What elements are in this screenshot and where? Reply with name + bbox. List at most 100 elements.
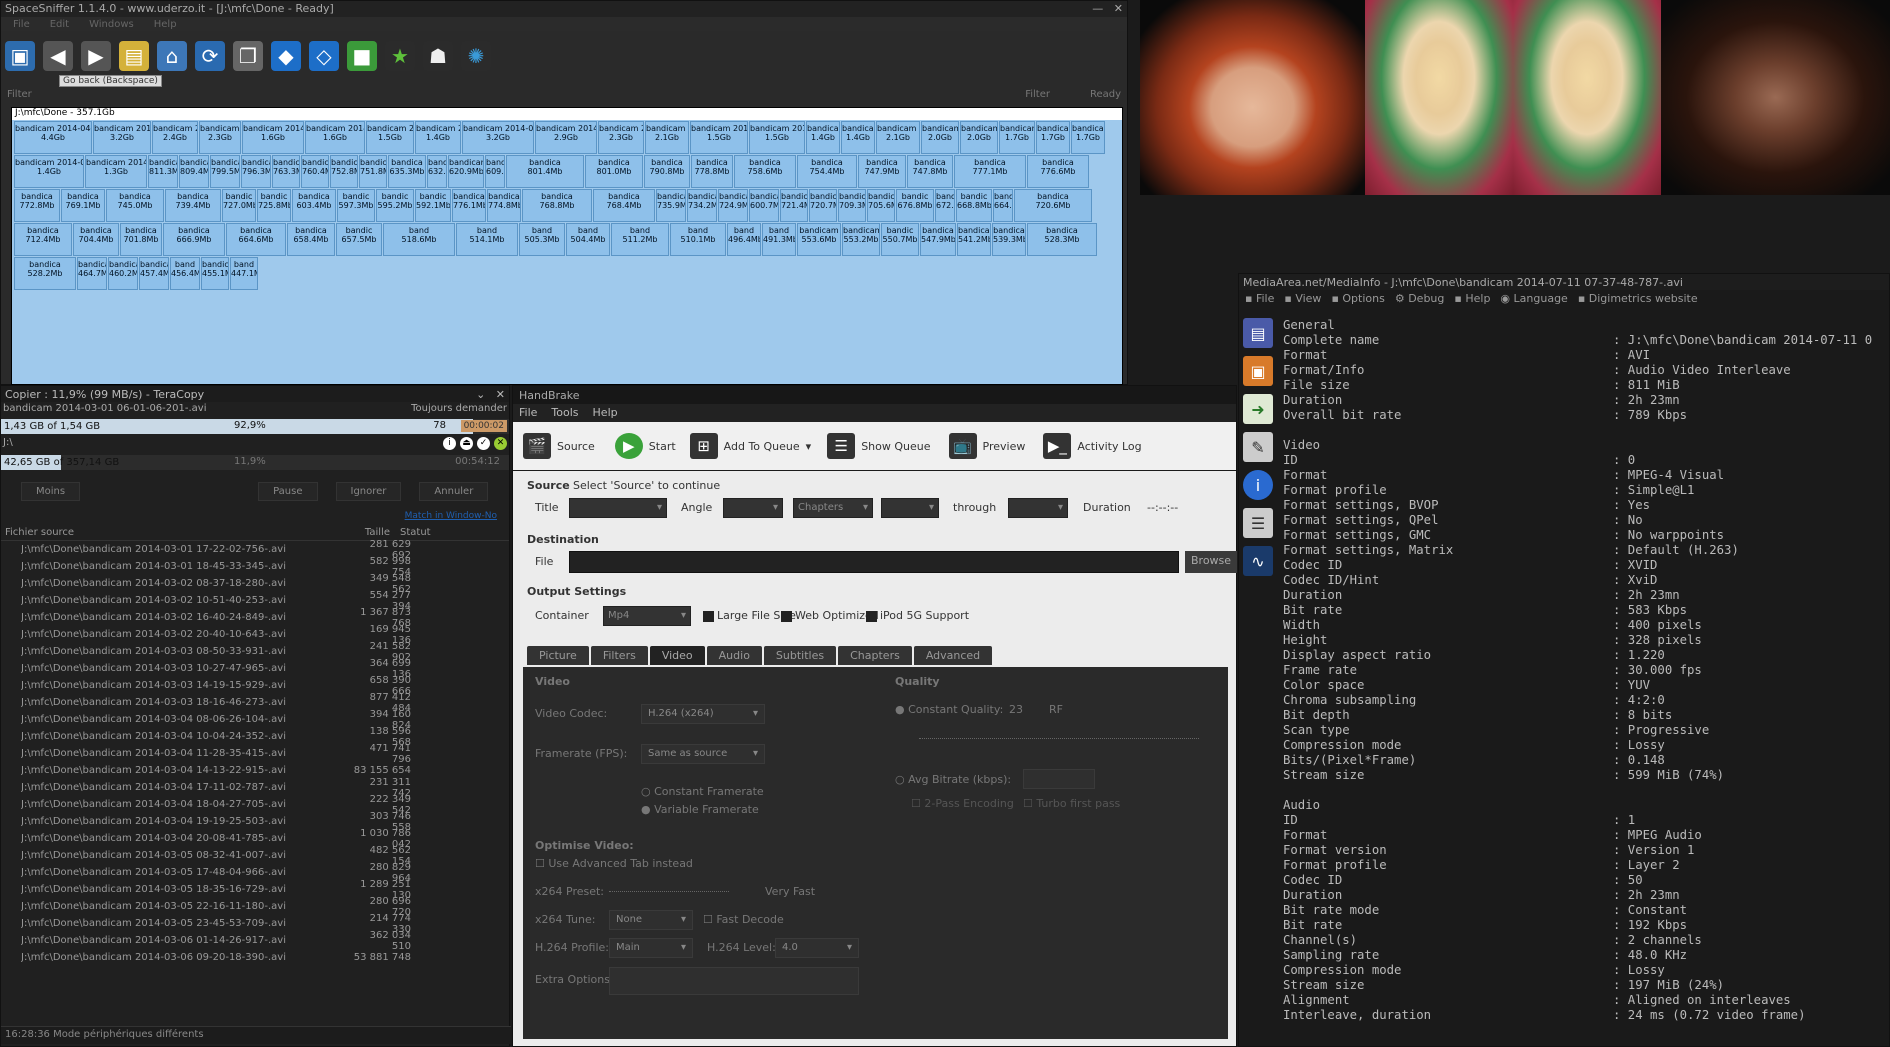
treemap-cell[interactable]: band447.1Mb bbox=[230, 257, 258, 290]
file-row[interactable]: J:\mfc\Done\bandicam 2014-03-05 18-35-16… bbox=[1, 879, 509, 901]
treemap-cell[interactable]: bandicam620.9Mb bbox=[448, 155, 484, 188]
less-button[interactable]: Moins bbox=[21, 482, 81, 501]
treemap-cell[interactable]: bandicam 2011.5Gb bbox=[366, 121, 414, 154]
treemap-cell[interactable]: bandic 725.8Mb bbox=[257, 189, 291, 222]
col-status[interactable]: Statut bbox=[400, 527, 431, 538]
treemap-cell[interactable]: bandica 776.1Mb bbox=[452, 189, 486, 222]
turbo-option[interactable]: ☐ Turbo first pass bbox=[1023, 797, 1120, 810]
treemap-cell[interactable]: bandic 597.3Mb bbox=[337, 189, 375, 222]
treemap-cell[interactable]: bandicam 2012.3Gb bbox=[598, 121, 644, 154]
checkbox[interactable] bbox=[703, 610, 714, 622]
filter-button[interactable]: Filter bbox=[1025, 89, 1050, 103]
file-row[interactable]: J:\mfc\Done\bandicam 2014-03-02 16-40-24… bbox=[1, 607, 509, 629]
skip-button[interactable]: Ignorer bbox=[335, 482, 402, 501]
file-row[interactable]: J:\mfc\Done\bandicam 2014-03-01 18-45-33… bbox=[1, 556, 509, 578]
tab-picture[interactable]: Picture bbox=[527, 646, 589, 665]
treemap-cell[interactable]: bandica 712.4Mb bbox=[14, 223, 72, 256]
settings-icon[interactable]: ☰ bbox=[1243, 508, 1273, 538]
treemap-cell[interactable]: bandica 666.9Mb bbox=[163, 223, 225, 256]
treemap-cell[interactable]: bandica811.3Mb bbox=[148, 155, 178, 188]
treemap-cell[interactable]: bandica 801.0Mb bbox=[585, 155, 643, 188]
treemap-cell[interactable]: bandica 790.8Mb bbox=[644, 155, 690, 188]
file-row[interactable]: J:\mfc\Done\bandicam 2014-03-01 17-22-02… bbox=[1, 539, 509, 561]
treemap-cell[interactable]: band 511.2Mb bbox=[611, 223, 669, 256]
treemap-cell[interactable]: bandicam 202.1Gb bbox=[876, 121, 920, 154]
folder-icon[interactable]: ▤ bbox=[119, 41, 149, 71]
treemap-cell[interactable]: bandica 739.4Mb bbox=[165, 189, 221, 222]
file-row[interactable]: J:\mfc\Done\bandicam 2014-03-06 09-20-18… bbox=[1, 949, 509, 966]
avg-bitrate-input[interactable] bbox=[1023, 769, 1095, 789]
treemap-cell[interactable]: bandicam 2011.4Gb bbox=[415, 121, 461, 154]
match-link[interactable]: Match in Window-No bbox=[1, 511, 509, 521]
open-folder-icon[interactable]: ▣ bbox=[1243, 356, 1273, 386]
treemap-cell[interactable]: bandica809.4Mb bbox=[179, 155, 209, 188]
gear-icon[interactable]: ✺ bbox=[461, 41, 491, 71]
treemap-cell[interactable]: bandica735.9Mb bbox=[656, 189, 686, 222]
treemap-cell[interactable]: bandicar457.4Mb bbox=[139, 257, 169, 290]
codec-dropdown[interactable]: H.264 (x264) ▾ bbox=[641, 704, 765, 724]
tab-filters[interactable]: Filters bbox=[590, 646, 648, 665]
treemap-cell[interactable]: bandic455.1Mb bbox=[201, 257, 229, 290]
cube-open-icon[interactable]: ◇ bbox=[309, 41, 339, 71]
treemap-cell[interactable]: bandica 774.8Mb bbox=[487, 189, 521, 222]
treemap-cell[interactable]: bandica 720.6Mb bbox=[1014, 189, 1092, 222]
chevron-down-icon[interactable]: ▾ bbox=[806, 440, 812, 453]
file-row[interactable]: J:\mfc\Done\bandicam 2014-03-04 18-04-27… bbox=[1, 794, 509, 816]
treemap-cell[interactable]: bandic 592.1Mb bbox=[415, 189, 451, 222]
treemap-cell[interactable]: bandica 664.6Mb bbox=[226, 223, 286, 256]
treemap-cell[interactable]: bandicam1.4Gb bbox=[806, 121, 840, 154]
treemap-cell[interactable]: bandicam 202.3Gb bbox=[199, 121, 241, 154]
menu-help[interactable]: Help bbox=[154, 19, 177, 30]
file-list[interactable]: J:\mfc\Done\bandicam 2014-03-01 17-22-02… bbox=[1, 539, 509, 966]
cq-option[interactable]: ● Constant Quality: bbox=[895, 703, 1003, 716]
close-icon[interactable]: ✕ bbox=[494, 437, 507, 450]
window-controls[interactable]: ⌄ ✕ bbox=[476, 388, 505, 401]
file-row[interactable]: J:\mfc\Done\bandicam 2014-03-04 08-06-26… bbox=[1, 709, 509, 731]
menu-help[interactable]: ▪ Help bbox=[1454, 292, 1490, 306]
col-size[interactable]: Taille bbox=[350, 527, 390, 538]
chapter-end-dropdown[interactable]: ▾ bbox=[1008, 498, 1068, 518]
tune-dropdown[interactable]: None ▾ bbox=[609, 910, 693, 930]
tag-icon[interactable]: ■ bbox=[347, 41, 377, 71]
treemap-cell[interactable]: bandica 747.9Mb bbox=[858, 155, 906, 188]
edit-icon[interactable]: ✎ bbox=[1243, 432, 1273, 462]
treemap-cell[interactable]: bandic 595.2Mb bbox=[376, 189, 414, 222]
start-icon[interactable]: ▶ bbox=[614, 433, 643, 459]
treemap-cell[interactable]: bandica 772.8Mb bbox=[14, 189, 60, 222]
check-icon[interactable]: ✓ bbox=[477, 437, 490, 450]
ghost-icon[interactable]: ☗ bbox=[423, 41, 453, 71]
treemap-cell[interactable]: bandicam 2014-0 1.4Gb bbox=[14, 155, 84, 188]
treemap-cell[interactable]: band 496.4Mb bbox=[727, 223, 761, 256]
menu-file[interactable]: File bbox=[13, 19, 30, 30]
treemap[interactable]: J:\mfc\Done - 357.1Gb bandicam 2014-04-1… bbox=[11, 107, 1123, 385]
file-row[interactable]: J:\mfc\Done\bandicam 2014-03-02 08-37-18… bbox=[1, 573, 509, 595]
treemap-cell[interactable]: bandicam 2014-05-253.2Gb bbox=[462, 121, 534, 154]
avg-bitrate-option[interactable]: ○ Avg Bitrate (kbps): bbox=[895, 773, 1011, 786]
treemap-cell[interactable]: bandicar464.7Mb bbox=[77, 257, 107, 290]
new-scan-icon[interactable]: ▣ bbox=[5, 41, 35, 71]
treemap-cell[interactable]: bandica721.4Mb bbox=[780, 189, 808, 222]
treemap-cell[interactable]: bandica 778.8Mb bbox=[691, 155, 733, 188]
treemap-cell[interactable]: bandi632.9Mb bbox=[427, 155, 447, 188]
tab-advanced[interactable]: Advanced bbox=[913, 646, 993, 665]
treemap-cell[interactable]: bandicam541.2Mb bbox=[957, 223, 991, 256]
chapter-start-dropdown[interactable]: ▾ bbox=[881, 498, 939, 518]
menu-options[interactable]: ▪ Options bbox=[1331, 292, 1384, 306]
angle-dropdown[interactable]: ▾ bbox=[723, 498, 783, 518]
treemap-cell[interactable]: bandica 776.6Mb bbox=[1027, 155, 1089, 188]
tab-video[interactable]: Video bbox=[649, 646, 705, 665]
treemap-cell[interactable]: bandica 758.6Mb bbox=[734, 155, 796, 188]
menu-language[interactable]: ◉ Language bbox=[1500, 292, 1567, 306]
treemap-cell[interactable]: bandica 635.3Mb bbox=[388, 155, 426, 188]
cfr-option[interactable]: ○ Constant Framerate bbox=[641, 785, 764, 798]
file-row[interactable]: J:\mfc\Done\bandicam 2014-03-02 20-40-10… bbox=[1, 624, 509, 646]
treemap-cell[interactable]: bandicam 2014-03.2Gb bbox=[93, 121, 151, 154]
treemap-cell[interactable]: bandica 539.3Mb bbox=[992, 223, 1026, 256]
refresh-icon[interactable]: ⟳ bbox=[195, 41, 225, 71]
treemap-cell[interactable]: bandica760.4Mb bbox=[301, 155, 329, 188]
treemap-cell[interactable]: bandic 727.0Mb bbox=[222, 189, 256, 222]
treemap-cell[interactable]: bandicar460.2Mb bbox=[108, 257, 138, 290]
treemap-cell[interactable]: bandicam 2014-042.9Gb bbox=[535, 121, 597, 154]
treemap-cell[interactable]: bandica799.5Mb bbox=[210, 155, 240, 188]
treemap-cell[interactable]: bandica763.3Mb bbox=[272, 155, 300, 188]
